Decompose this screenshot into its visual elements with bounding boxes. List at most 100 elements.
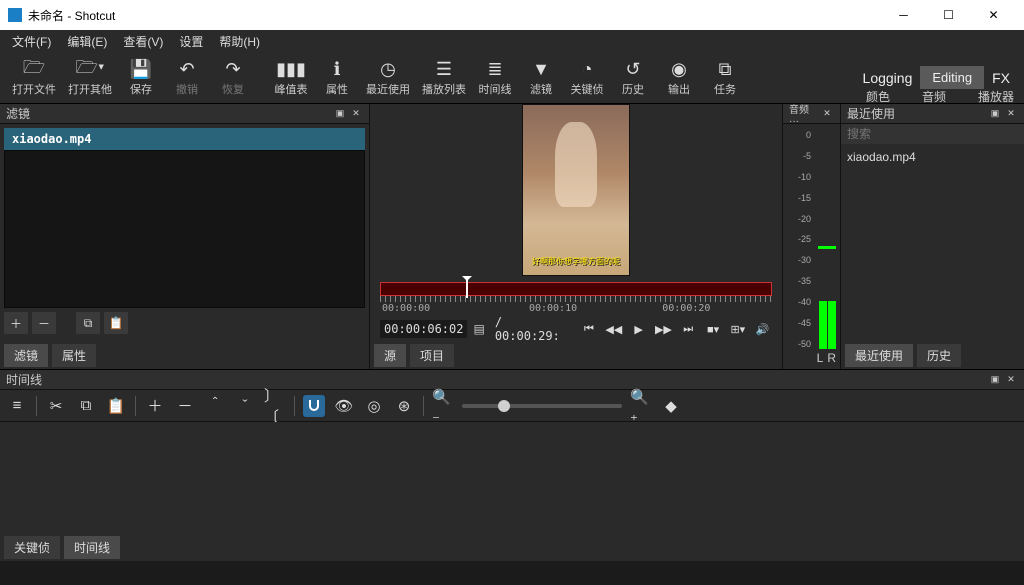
- timeline-toolbar: ≡ ✂ ⧉ 📋 ＋ － ＾ ˇ 〕〔 👁 ◎ ⊛ 🔍₋ 🔍₊ ◆: [0, 390, 1024, 422]
- forward-button[interactable]: ▶▶: [654, 319, 673, 339]
- video-preview[interactable]: 好啊那你想学哪方面的呢: [370, 104, 782, 276]
- jobs-button[interactable]: ⧉任务: [702, 54, 748, 102]
- history-button[interactable]: ↺历史: [610, 54, 656, 102]
- tab-timeline[interactable]: 时间线: [64, 536, 120, 559]
- cut-button[interactable]: ✂: [45, 395, 67, 417]
- stopwatch-icon: ◔: [582, 59, 593, 81]
- label-audio[interactable]: 音频: [922, 88, 946, 105]
- recent-button[interactable]: ◷最近使用: [360, 54, 416, 102]
- tab-history[interactable]: 历史: [917, 344, 961, 367]
- save-button[interactable]: 💾保存: [118, 54, 164, 102]
- properties-button[interactable]: ℹ属性: [314, 54, 360, 102]
- peak-meter-button[interactable]: ▮▮▮峰值表: [268, 54, 314, 102]
- panel-undock-icon[interactable]: ▣: [988, 107, 1002, 121]
- zoom-slider[interactable]: [462, 404, 622, 408]
- tab-filters[interactable]: 滤镜: [4, 344, 48, 367]
- remove-filter-button[interactable]: －: [32, 312, 56, 334]
- video-frame: 好啊那你想学哪方面的呢: [522, 104, 630, 276]
- zoom-fit-button[interactable]: ◆: [660, 395, 682, 417]
- minimize-button[interactable]: ─: [881, 0, 926, 30]
- ruler-time-1: 00:00:10: [529, 303, 577, 314]
- tab-keyframes[interactable]: 关键侦: [4, 536, 60, 559]
- timeline-tracks-area[interactable]: [0, 422, 1024, 534]
- recent-item[interactable]: xiaodao.mp4: [847, 148, 1018, 166]
- playlist-button[interactable]: ☰播放列表: [416, 54, 472, 102]
- ruler-time-0: 00:00:00: [382, 303, 430, 314]
- volume-button[interactable]: 🔊: [753, 319, 772, 339]
- rewind-button[interactable]: ◀◀: [604, 319, 623, 339]
- menu-help[interactable]: 帮助(H): [211, 31, 268, 52]
- label-player[interactable]: 播放器: [978, 88, 1014, 105]
- tab-source[interactable]: 源: [374, 344, 406, 367]
- timeline-panel-title: 时间线: [6, 371, 986, 388]
- save-icon: 💾: [130, 59, 152, 81]
- menu-bar: 文件(F) 编辑(E) 查看(V) 设置 帮助(H): [0, 30, 1024, 52]
- menu-settings[interactable]: 设置: [171, 31, 211, 52]
- panel-close-icon[interactable]: ✕: [1004, 373, 1018, 387]
- skip-start-button[interactable]: ⏮: [580, 319, 599, 339]
- paste-filter-button[interactable]: 📋: [104, 312, 128, 334]
- filter-list-area: [4, 150, 365, 308]
- recent-panel: 最近使用 ▣ ✕ xiaodao.mp4 最近使用 历史: [840, 104, 1024, 369]
- tab-recent[interactable]: 最近使用: [845, 344, 913, 367]
- split-button[interactable]: 〕〔: [264, 395, 286, 417]
- menu-view[interactable]: 查看(V): [115, 31, 171, 52]
- label-color[interactable]: 颜色: [866, 88, 890, 105]
- tab-project[interactable]: 项目: [410, 344, 454, 367]
- tab-properties[interactable]: 属性: [52, 344, 96, 367]
- recent-search-input[interactable]: [847, 127, 1018, 141]
- overwrite-button[interactable]: ˇ: [234, 395, 256, 417]
- play-button[interactable]: ▶: [629, 319, 648, 339]
- zoom-fit-button[interactable]: ■▾: [704, 319, 723, 339]
- timeline-button[interactable]: ≣时间线: [472, 54, 518, 102]
- menu-file[interactable]: 文件(F): [4, 31, 59, 52]
- grid-button[interactable]: ⊞▾: [728, 319, 747, 339]
- zoom-in-button[interactable]: 🔍₊: [630, 395, 652, 417]
- maximize-button[interactable]: ☐: [926, 0, 971, 30]
- meter-bars: [819, 301, 836, 349]
- timecode-spinner-icon[interactable]: ▤: [473, 322, 484, 336]
- editing-button[interactable]: Editing: [920, 66, 984, 89]
- scrub-button[interactable]: 👁: [333, 395, 355, 417]
- copy-filter-button[interactable]: ⧉: [76, 312, 100, 334]
- lift-button[interactable]: ＾: [204, 395, 226, 417]
- list-icon: ☰: [436, 59, 452, 81]
- filters-button[interactable]: ▼滤镜: [518, 54, 564, 102]
- open-file-button[interactable]: 🗁打开文件: [6, 54, 62, 102]
- undo-button[interactable]: ↶撤销: [164, 54, 210, 102]
- export-button[interactable]: ◉输出: [656, 54, 702, 102]
- skip-end-button[interactable]: ⏭: [679, 319, 698, 339]
- panel-undock-icon[interactable]: ▣: [333, 107, 347, 121]
- title-bar: 未命名 - Shotcut ─ ☐ ✕: [0, 0, 1024, 30]
- meter-icon: ▮▮▮: [276, 59, 306, 81]
- filter-clip-item[interactable]: xiaodao.mp4: [4, 128, 365, 150]
- redo-button[interactable]: ↷恢复: [210, 54, 256, 102]
- panel-close-icon[interactable]: ✕: [1004, 107, 1018, 121]
- ruler-time-2: 00:00:20: [662, 303, 710, 314]
- ripple-button[interactable]: ◎: [363, 395, 385, 417]
- window-title: 未命名 - Shotcut: [28, 7, 881, 24]
- zoom-out-button[interactable]: 🔍₋: [432, 395, 454, 417]
- filter-panel: 滤镜 ▣ ✕ xiaodao.mp4 ＋ － ⧉ 📋 滤镜 属性: [0, 104, 370, 369]
- meter-peak-indicator: [818, 246, 836, 249]
- snap-button[interactable]: [303, 395, 325, 417]
- copy-button[interactable]: ⧉: [75, 395, 97, 417]
- keyframes-button[interactable]: ◔关键侦: [564, 54, 610, 102]
- paste-button[interactable]: 📋: [105, 395, 127, 417]
- preview-ruler[interactable]: 00:00:00 00:00:10 00:00:20: [380, 280, 772, 302]
- append-button[interactable]: ＋: [144, 395, 166, 417]
- timeline-menu-button[interactable]: ≡: [6, 395, 28, 417]
- upper-row: 滤镜 ▣ ✕ xiaodao.mp4 ＋ － ⧉ 📋 滤镜 属性 好啊那你想学哪…: [0, 104, 1024, 369]
- panel-undock-icon[interactable]: ▣: [988, 373, 1002, 387]
- open-other-button[interactable]: 🗁▾打开其他: [62, 54, 118, 102]
- audio-meter-panel: 音频··· ✕ 0-5-10-15-20-25-30-35-40-45-50 L…: [782, 104, 840, 369]
- current-timecode[interactable]: 00:00:06:02: [380, 320, 467, 338]
- ripple-all-button[interactable]: ⊛: [393, 395, 415, 417]
- remove-button[interactable]: －: [174, 395, 196, 417]
- panel-close-icon[interactable]: ✕: [820, 107, 834, 121]
- menu-edit[interactable]: 编辑(E): [59, 31, 115, 52]
- close-button[interactable]: ✕: [971, 0, 1016, 30]
- panel-close-icon[interactable]: ✕: [349, 107, 363, 121]
- timeline-icon: ≣: [487, 59, 502, 81]
- add-filter-button[interactable]: ＋: [4, 312, 28, 334]
